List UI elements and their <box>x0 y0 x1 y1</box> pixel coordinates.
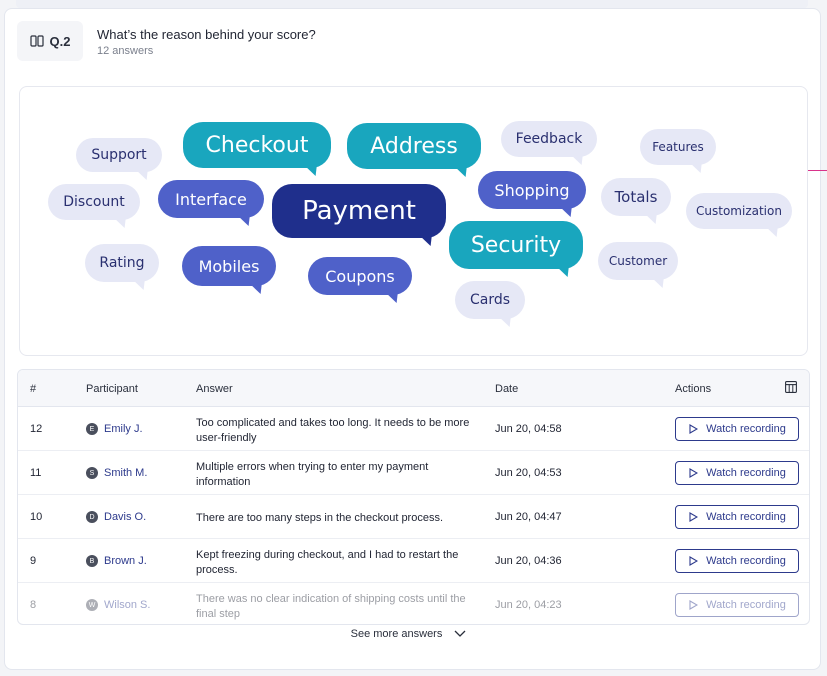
row-number: 10 <box>30 511 43 523</box>
row-number: 12 <box>30 423 43 435</box>
word-cloud: Support Checkout Address Feedback Featur… <box>19 86 808 356</box>
smiley-face-icon <box>29 35 44 47</box>
word-bubble[interactable]: Mobiles <box>182 246 276 286</box>
watch-recording-button[interactable]: Watch recording <box>675 549 799 573</box>
see-more-label: See more answers <box>350 628 443 640</box>
play-icon <box>689 468 699 478</box>
answer-text: There are too many steps in the checkout… <box>196 512 444 524</box>
avatar: D <box>86 511 98 523</box>
word-bubble[interactable]: Feedback <box>501 121 597 157</box>
col-participant: Participant <box>86 383 138 395</box>
word-bubble[interactable]: Coupons <box>308 257 412 295</box>
watch-recording-button[interactable]: Watch recording <box>675 461 799 485</box>
watch-recording-label: Watch recording <box>706 511 786 523</box>
watch-recording-label: Watch recording <box>706 599 786 611</box>
word-bubble[interactable]: Security <box>449 221 583 269</box>
word-bubble[interactable]: Support <box>76 138 162 172</box>
word-bubble[interactable]: Shopping <box>478 171 586 209</box>
watch-recording-label: Watch recording <box>706 467 786 479</box>
table-row: 11 S Smith M. Multiple errors when trying… <box>18 451 809 495</box>
question-badge: Q.2 <box>17 21 83 61</box>
participant[interactable]: E Emily J. <box>86 423 143 435</box>
word-bubble[interactable]: Discount <box>48 184 140 220</box>
table-header: # Participant Answer Date Actions <box>18 370 809 407</box>
play-icon <box>689 556 699 566</box>
play-icon <box>689 512 699 522</box>
watch-recording-button[interactable]: Watch recording <box>675 593 799 617</box>
word-bubble[interactable]: Customization <box>686 193 792 229</box>
col-actions: Actions <box>675 383 712 395</box>
side-connector-line <box>808 170 827 171</box>
watch-recording-button[interactable]: Watch recording <box>675 417 799 441</box>
col-answer: Answer <box>196 383 233 395</box>
row-number: 11 <box>30 467 42 479</box>
answer-text: Multiple errors when trying to enter my … <box>196 461 429 488</box>
avatar: B <box>86 555 98 567</box>
word-bubble[interactable]: Rating <box>85 244 159 282</box>
participant-name[interactable]: Wilson S. <box>104 599 150 611</box>
word-bubble[interactable]: Interface <box>158 180 264 218</box>
answer-text: Kept freezing during checkout, and I had… <box>196 549 459 576</box>
table-row: 9 B Brown J. Kept freezing during checkou… <box>18 539 809 583</box>
participant[interactable]: W Wilson S. <box>86 599 150 611</box>
participant-name[interactable]: Smith M. <box>104 467 147 479</box>
word-bubble[interactable]: Customer <box>598 242 678 280</box>
watch-recording-label: Watch recording <box>706 423 786 435</box>
see-more-answers-button[interactable]: See more answers <box>0 628 817 640</box>
word-bubble[interactable]: Checkout <box>183 122 331 168</box>
participant[interactable]: B Brown J. <box>86 555 147 567</box>
play-icon <box>689 424 699 434</box>
question-title: What’s the reason behind your score? <box>97 27 316 42</box>
table-row: 12 E Emily J. Too complicated and takes t… <box>18 407 809 451</box>
avatar: E <box>86 423 98 435</box>
word-bubble[interactable]: Totals <box>601 178 671 216</box>
answer-text: There was no clear indication of shippin… <box>196 593 466 620</box>
answer-date: Jun 20, 04:47 <box>495 511 562 523</box>
previous-card-edge <box>16 0 808 8</box>
word-bubble[interactable]: Features <box>640 129 716 165</box>
col-date: Date <box>495 383 519 395</box>
watch-recording-button[interactable]: Watch recording <box>675 505 799 529</box>
answer-text: Too complicated and takes too long. It n… <box>196 417 470 444</box>
question-number: Q.2 <box>49 33 71 49</box>
watch-recording-label: Watch recording <box>706 555 786 567</box>
answers-table: # Participant Answer Date Actions 12 E Em… <box>17 369 810 625</box>
question-card: Q.2 What’s the reason behind your score?… <box>4 8 821 670</box>
chevron-down-icon <box>454 630 466 637</box>
participant-name[interactable]: Brown J. <box>104 555 147 567</box>
avatar: S <box>86 467 98 479</box>
table-row: 8 W Wilson S. There was no clear indicati… <box>18 583 809 624</box>
answer-date: Jun 20, 04:58 <box>495 423 562 435</box>
answers-count: 12 answers <box>97 45 154 57</box>
row-number: 8 <box>30 599 37 611</box>
table-columns-icon[interactable] <box>785 381 797 393</box>
answer-date: Jun 20, 04:23 <box>495 599 562 611</box>
word-bubble[interactable]: Cards <box>455 281 525 319</box>
answer-date: Jun 20, 04:53 <box>495 467 562 479</box>
participant-name[interactable]: Davis O. <box>104 511 146 523</box>
word-bubble[interactable]: Payment <box>272 184 446 238</box>
row-number: 9 <box>30 555 37 567</box>
col-num: # <box>30 383 37 395</box>
participant-name[interactable]: Emily J. <box>104 423 143 435</box>
participant[interactable]: S Smith M. <box>86 467 147 479</box>
word-bubble[interactable]: Address <box>347 123 481 169</box>
answer-date: Jun 20, 04:36 <box>495 555 562 567</box>
play-icon <box>689 600 699 610</box>
avatar: W <box>86 599 98 611</box>
table-row: 10 D Davis O. There are too many steps in… <box>18 495 809 539</box>
participant[interactable]: D Davis O. <box>86 511 146 523</box>
